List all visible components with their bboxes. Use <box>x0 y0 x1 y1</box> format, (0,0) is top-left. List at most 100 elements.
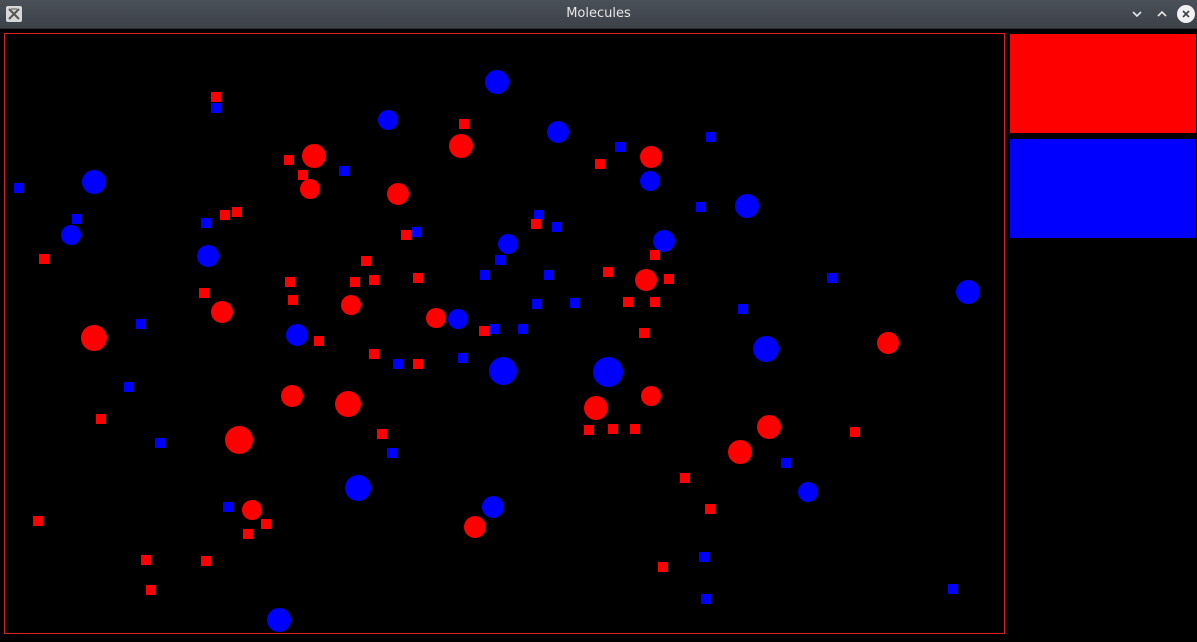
red-molecule <box>584 396 608 420</box>
red-molecule <box>757 415 781 439</box>
red-atom <box>314 336 324 346</box>
red-atom <box>96 414 106 424</box>
minimize-button[interactable] <box>1128 5 1146 23</box>
blue-molecule <box>653 230 675 252</box>
red-atom <box>361 256 371 266</box>
blue-atom <box>534 210 544 220</box>
blue-molecule <box>489 357 517 385</box>
red-atom <box>531 219 541 229</box>
red-atom <box>201 556 211 566</box>
red-atom <box>705 504 715 514</box>
red-atom <box>623 297 633 307</box>
red-atom <box>459 119 469 129</box>
blue-molecule <box>798 482 818 502</box>
blue-molecule <box>345 475 371 501</box>
red-molecule <box>449 134 473 158</box>
red-atom <box>603 267 613 277</box>
red-atom <box>211 92 221 102</box>
window-title: Molecules <box>566 6 631 21</box>
blue-atom <box>201 218 211 228</box>
close-icon <box>1182 10 1190 18</box>
red-atom <box>39 254 49 264</box>
red-molecule <box>341 295 361 315</box>
blue-atom <box>706 132 716 142</box>
blue-molecule <box>485 70 509 94</box>
red-atom <box>288 295 298 305</box>
red-atom <box>630 424 640 434</box>
red-molecule <box>242 500 262 520</box>
blue-atom <box>489 324 499 334</box>
blue-molecule <box>61 225 81 245</box>
red-molecule <box>877 332 899 354</box>
red-molecule <box>211 301 233 323</box>
simulation-canvas[interactable] <box>4 33 1005 634</box>
red-molecule <box>464 516 486 538</box>
red-atom <box>284 155 294 165</box>
red-atom <box>146 585 156 595</box>
close-button[interactable] <box>1177 5 1195 23</box>
red-molecule <box>300 179 320 199</box>
red-atom <box>680 473 690 483</box>
blue-atom <box>738 304 748 314</box>
red-molecule <box>302 144 326 168</box>
blue-molecule <box>547 121 569 143</box>
red-atom <box>413 359 423 369</box>
red-atom <box>595 159 605 169</box>
blue-atom <box>948 584 958 594</box>
red-atom <box>350 277 360 287</box>
blue-atom <box>223 502 233 512</box>
blue-molecule <box>378 110 398 130</box>
blue-atom <box>781 458 791 468</box>
red-atom <box>850 427 860 437</box>
blue-atom <box>136 319 146 329</box>
red-molecule <box>641 386 661 406</box>
blue-atom <box>72 214 82 224</box>
blue-atom <box>696 202 706 212</box>
red-atom <box>479 326 489 336</box>
blue-atom <box>339 166 349 176</box>
blue-molecule <box>482 496 504 518</box>
red-atom <box>413 273 423 283</box>
blue-atom <box>387 448 397 458</box>
red-atom <box>141 555 151 565</box>
blue-atom <box>495 255 505 265</box>
blue-atom <box>570 298 580 308</box>
red-atom <box>639 328 649 338</box>
blue-atom <box>552 222 562 232</box>
maximize-button[interactable] <box>1153 5 1171 23</box>
blue-species-swatch <box>1010 139 1196 238</box>
red-molecule <box>225 426 253 454</box>
red-atom <box>664 274 674 284</box>
red-molecule <box>635 269 657 291</box>
chevron-down-icon <box>1132 11 1142 18</box>
window-titlebar[interactable]: Molecules <box>0 0 1197 29</box>
blue-molecule <box>448 309 468 329</box>
blue-molecule <box>735 194 759 218</box>
red-atom <box>650 250 660 260</box>
red-atom <box>261 519 271 529</box>
red-molecule <box>281 385 303 407</box>
red-atom <box>377 429 387 439</box>
blue-atom <box>699 552 709 562</box>
blue-atom <box>615 142 625 152</box>
blue-molecule <box>267 608 291 632</box>
red-molecule <box>81 325 107 351</box>
red-atom <box>220 210 230 220</box>
red-atom <box>298 170 308 180</box>
blue-atom <box>155 438 165 448</box>
blue-atom <box>458 353 468 363</box>
red-molecule <box>387 183 409 205</box>
blue-atom <box>827 273 837 283</box>
red-atom <box>232 207 242 217</box>
blue-molecule <box>593 357 623 387</box>
red-atom <box>584 425 594 435</box>
blue-molecule <box>498 234 518 254</box>
blue-atom <box>532 299 542 309</box>
blue-atom <box>518 324 528 334</box>
blue-atom <box>211 103 221 113</box>
red-molecule <box>426 308 446 328</box>
red-atom <box>243 529 253 539</box>
red-molecule <box>728 440 752 464</box>
red-atom <box>285 277 295 287</box>
red-atom <box>608 424 618 434</box>
